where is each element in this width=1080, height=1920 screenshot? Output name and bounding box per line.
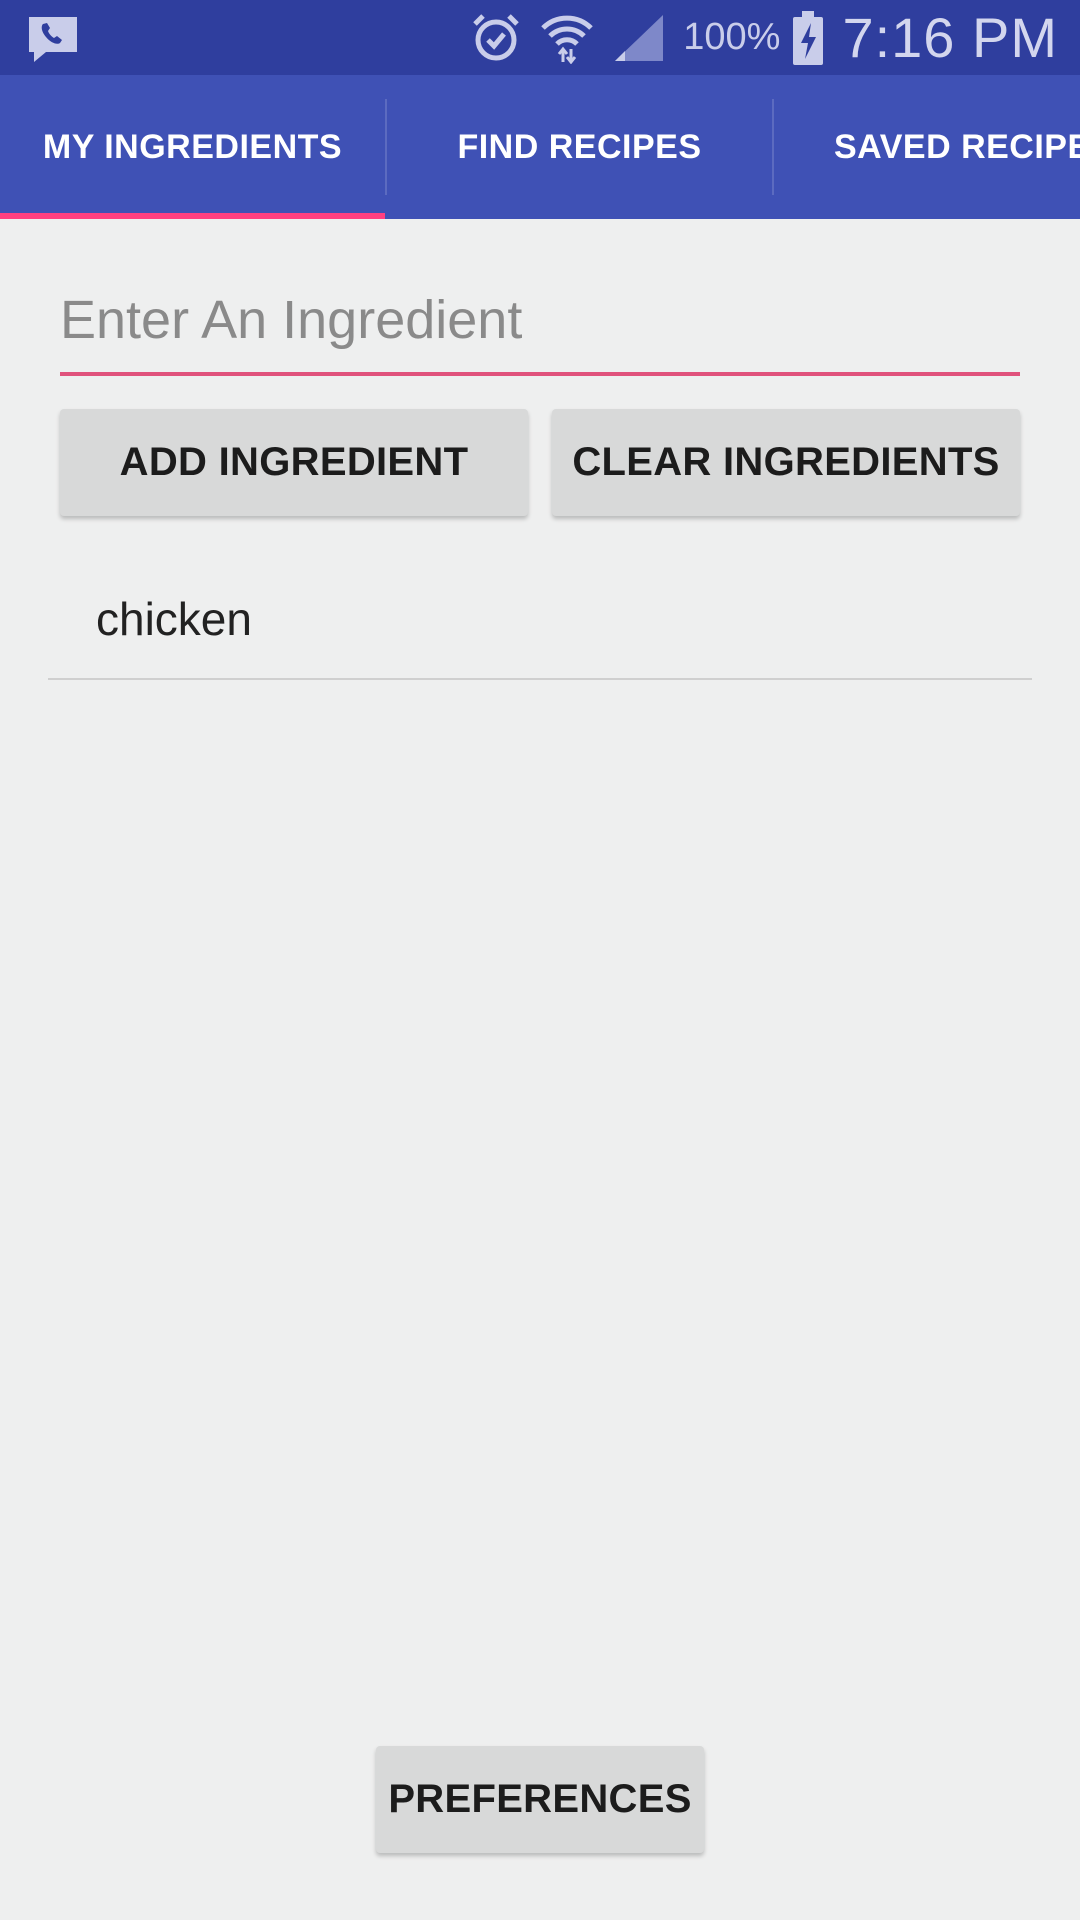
ingredient-list: chicken bbox=[48, 560, 1032, 680]
clock: 7:16 PM bbox=[842, 6, 1058, 69]
tab-my-ingredients[interactable]: MY INGREDIENTS bbox=[0, 75, 385, 219]
tab-bar: MY INGREDIENTS FIND RECIPES SAVED RECIPE… bbox=[0, 75, 1080, 219]
phone-chat-icon bbox=[26, 14, 80, 64]
selected-tab-indicator bbox=[0, 213, 385, 219]
battery-charging-icon bbox=[792, 10, 824, 65]
input-underline bbox=[60, 372, 1020, 376]
list-item[interactable]: chicken bbox=[48, 560, 1032, 680]
alarm-icon bbox=[471, 12, 521, 64]
tab-find-recipes[interactable]: FIND RECIPES bbox=[387, 75, 772, 219]
clear-ingredients-button[interactable]: CLEAR INGREDIENTS bbox=[552, 409, 1020, 516]
tab-saved-recipes[interactable]: SAVED RECIPES bbox=[774, 75, 1080, 219]
battery-percent: 100% bbox=[683, 16, 781, 58]
status-bar: 100% 7:16 PM bbox=[0, 0, 1080, 75]
preferences-button[interactable]: PREFERENCES bbox=[376, 1746, 704, 1853]
ingredient-input[interactable] bbox=[60, 270, 1020, 370]
screen: 100% 7:16 PM MY INGREDIENTS FIND RECIPES… bbox=[0, 0, 1080, 1920]
wifi-icon bbox=[539, 12, 595, 64]
add-ingredient-button[interactable]: ADD INGREDIENT bbox=[60, 409, 528, 516]
signal-icon bbox=[613, 13, 665, 63]
